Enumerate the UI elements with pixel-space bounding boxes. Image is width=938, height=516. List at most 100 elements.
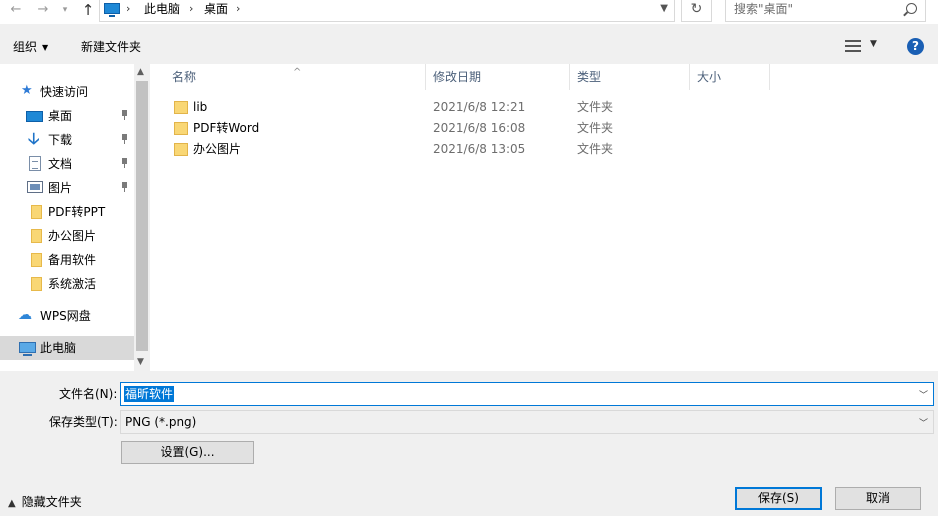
column-header-type[interactable]: 类型 (570, 64, 690, 90)
chevron-down-icon[interactable]: ﹀ (919, 416, 928, 429)
scroll-up-arrow-icon[interactable]: ▲ (137, 67, 144, 77)
nav-item-label: 备用软件 (48, 253, 97, 267)
document-icon (29, 156, 41, 171)
address-row: ← → ▾ ↑ › 此电脑 › 桌面 › ▼ ↻ (0, 0, 938, 24)
search-input[interactable] (734, 0, 904, 18)
file-date: 2021/6/8 12:21 (433, 100, 526, 114)
pin-icon (120, 158, 129, 168)
breadcrumb-desktop[interactable]: 桌面 (204, 0, 228, 18)
nav-item-quick-access[interactable]: ★ 快速访问 (0, 80, 134, 104)
scrollbar-thumb[interactable] (136, 81, 148, 351)
new-folder-button[interactable]: 新建文件夹 (81, 39, 141, 55)
folder-icon (174, 101, 188, 114)
download-icon: 🡣 (28, 129, 40, 148)
search-box[interactable] (725, 0, 926, 22)
folder-icon (174, 143, 188, 156)
pictures-icon (27, 181, 43, 193)
column-header-name[interactable]: 名称 ^ (150, 64, 426, 90)
file-date: 2021/6/8 13:05 (433, 142, 526, 156)
folder-icon (31, 253, 42, 267)
hide-folders-label: 隐藏文件夹 (21, 495, 82, 509)
organize-menu-button[interactable]: 组织 ▼ (13, 39, 48, 57)
settings-button[interactable]: 设置(G)... (121, 441, 254, 464)
file-type: 文件夹 (577, 100, 614, 114)
column-header-label: 修改日期 (433, 70, 482, 84)
folder-icon (31, 229, 42, 243)
scroll-down-arrow-icon[interactable]: ▼ (137, 357, 144, 367)
file-name: PDF转Word (193, 121, 260, 135)
file-list: 名称 ^ 修改日期 类型 大小 lib 2021/6/8 12:21 文件夹 P… (150, 64, 938, 371)
nav-item-label: 下载 (48, 133, 73, 147)
nav-item-label: 快速访问 (40, 85, 89, 99)
sort-ascending-icon: ^ (293, 67, 302, 78)
recent-locations-chevron-icon[interactable]: ▾ (58, 1, 72, 21)
filename-value[interactable]: 福昕软件 (124, 386, 175, 402)
column-header-date[interactable]: 修改日期 (426, 64, 570, 90)
hide-folders-toggle[interactable]: ▲ 隐藏文件夹 (8, 494, 82, 512)
breadcrumb-separator-icon[interactable]: › (189, 0, 193, 18)
file-type: 文件夹 (577, 142, 614, 156)
star-icon: ★ (21, 83, 33, 98)
nav-item-system-activation[interactable]: 系统激活 (0, 272, 134, 296)
nav-item-this-pc[interactable]: 此电脑 (0, 336, 134, 360)
filetype-value: PNG (*.png) (125, 415, 197, 429)
folder-icon (31, 205, 42, 219)
pin-icon (120, 134, 129, 144)
filename-field[interactable]: 福昕软件 ﹀ (120, 382, 934, 406)
navigation-scrollbar[interactable]: ▲ ▼ (134, 64, 150, 371)
up-arrow-icon[interactable]: ↑ (78, 1, 98, 21)
nav-item-label: 办公图片 (48, 229, 97, 243)
chevron-up-icon: ▲ (8, 498, 16, 509)
organize-label: 组织 (13, 40, 38, 54)
nav-item-office-pictures[interactable]: 办公图片 (0, 224, 134, 248)
nav-item-documents[interactable]: 文档 (0, 152, 134, 176)
save-button[interactable]: 保存(S) (735, 487, 822, 510)
nav-item-pictures[interactable]: 图片 (0, 176, 134, 200)
navigation-pane: ★ 快速访问 桌面 🡣 下载 文档 图片 PDF转PPT 办公图片 备用软件 系… (0, 64, 150, 371)
chevron-down-icon[interactable]: ﹀ (919, 388, 928, 401)
refresh-button[interactable]: ↻ (681, 0, 712, 22)
folder-icon (31, 277, 42, 291)
view-options-chevron-icon[interactable]: ▼ (870, 39, 877, 49)
file-type: 文件夹 (577, 121, 614, 135)
pin-icon (120, 110, 129, 120)
column-header-size[interactable]: 大小 (690, 64, 770, 90)
nav-item-desktop[interactable]: 桌面 (0, 104, 134, 128)
nav-item-label: 图片 (48, 181, 73, 195)
file-row[interactable]: PDF转Word 2021/6/8 16:08 文件夹 (150, 118, 938, 139)
nav-item-label: PDF转PPT (48, 205, 106, 219)
filetype-label: 保存类型(T): (49, 415, 118, 429)
file-date: 2021/6/8 16:08 (433, 121, 526, 135)
filename-label: 文件名(N): (59, 387, 118, 401)
computer-icon (104, 3, 120, 17)
cloud-icon: ☁ (18, 307, 32, 323)
breadcrumb-separator-icon[interactable]: › (236, 0, 240, 18)
nav-item-downloads[interactable]: 🡣 下载 (0, 128, 134, 152)
breadcrumb-this-pc[interactable]: 此电脑 (144, 0, 180, 18)
refresh-icon: ↻ (690, 1, 703, 17)
nav-item-backup-software[interactable]: 备用软件 (0, 248, 134, 272)
breadcrumb-separator-icon[interactable]: › (126, 0, 130, 18)
back-arrow-icon[interactable]: ← (6, 1, 26, 21)
search-icon[interactable] (906, 3, 917, 14)
nav-item-label: 文档 (48, 157, 73, 171)
nav-item-wps-cloud[interactable]: ☁ WPS网盘 (0, 304, 134, 328)
file-row[interactable]: 办公图片 2021/6/8 13:05 文件夹 (150, 139, 938, 160)
nav-item-label: 系统激活 (48, 277, 97, 291)
forward-arrow-icon[interactable]: → (33, 1, 53, 21)
pin-icon (120, 182, 129, 192)
address-bar[interactable]: › 此电脑 › 桌面 › ▼ (99, 0, 675, 22)
help-icon[interactable]: ? (907, 38, 924, 55)
nav-item-pdf-to-ppt[interactable]: PDF转PPT (0, 200, 134, 224)
file-name: 办公图片 (193, 142, 242, 156)
filetype-select[interactable]: PNG (*.png) ﹀ (120, 410, 934, 434)
file-row[interactable]: lib 2021/6/8 12:21 文件夹 (150, 97, 938, 118)
address-history-dropdown-icon[interactable]: ▼ (660, 0, 668, 18)
folder-icon (174, 122, 188, 135)
nav-item-label: 桌面 (48, 109, 73, 123)
cancel-button[interactable]: 取消 (835, 487, 921, 510)
toolbar: 组织 ▼ 新建文件夹 ▼ ? (0, 24, 938, 64)
view-options-icon[interactable] (845, 40, 861, 52)
column-header-label: 大小 (697, 70, 722, 84)
desktop-icon (26, 111, 43, 122)
